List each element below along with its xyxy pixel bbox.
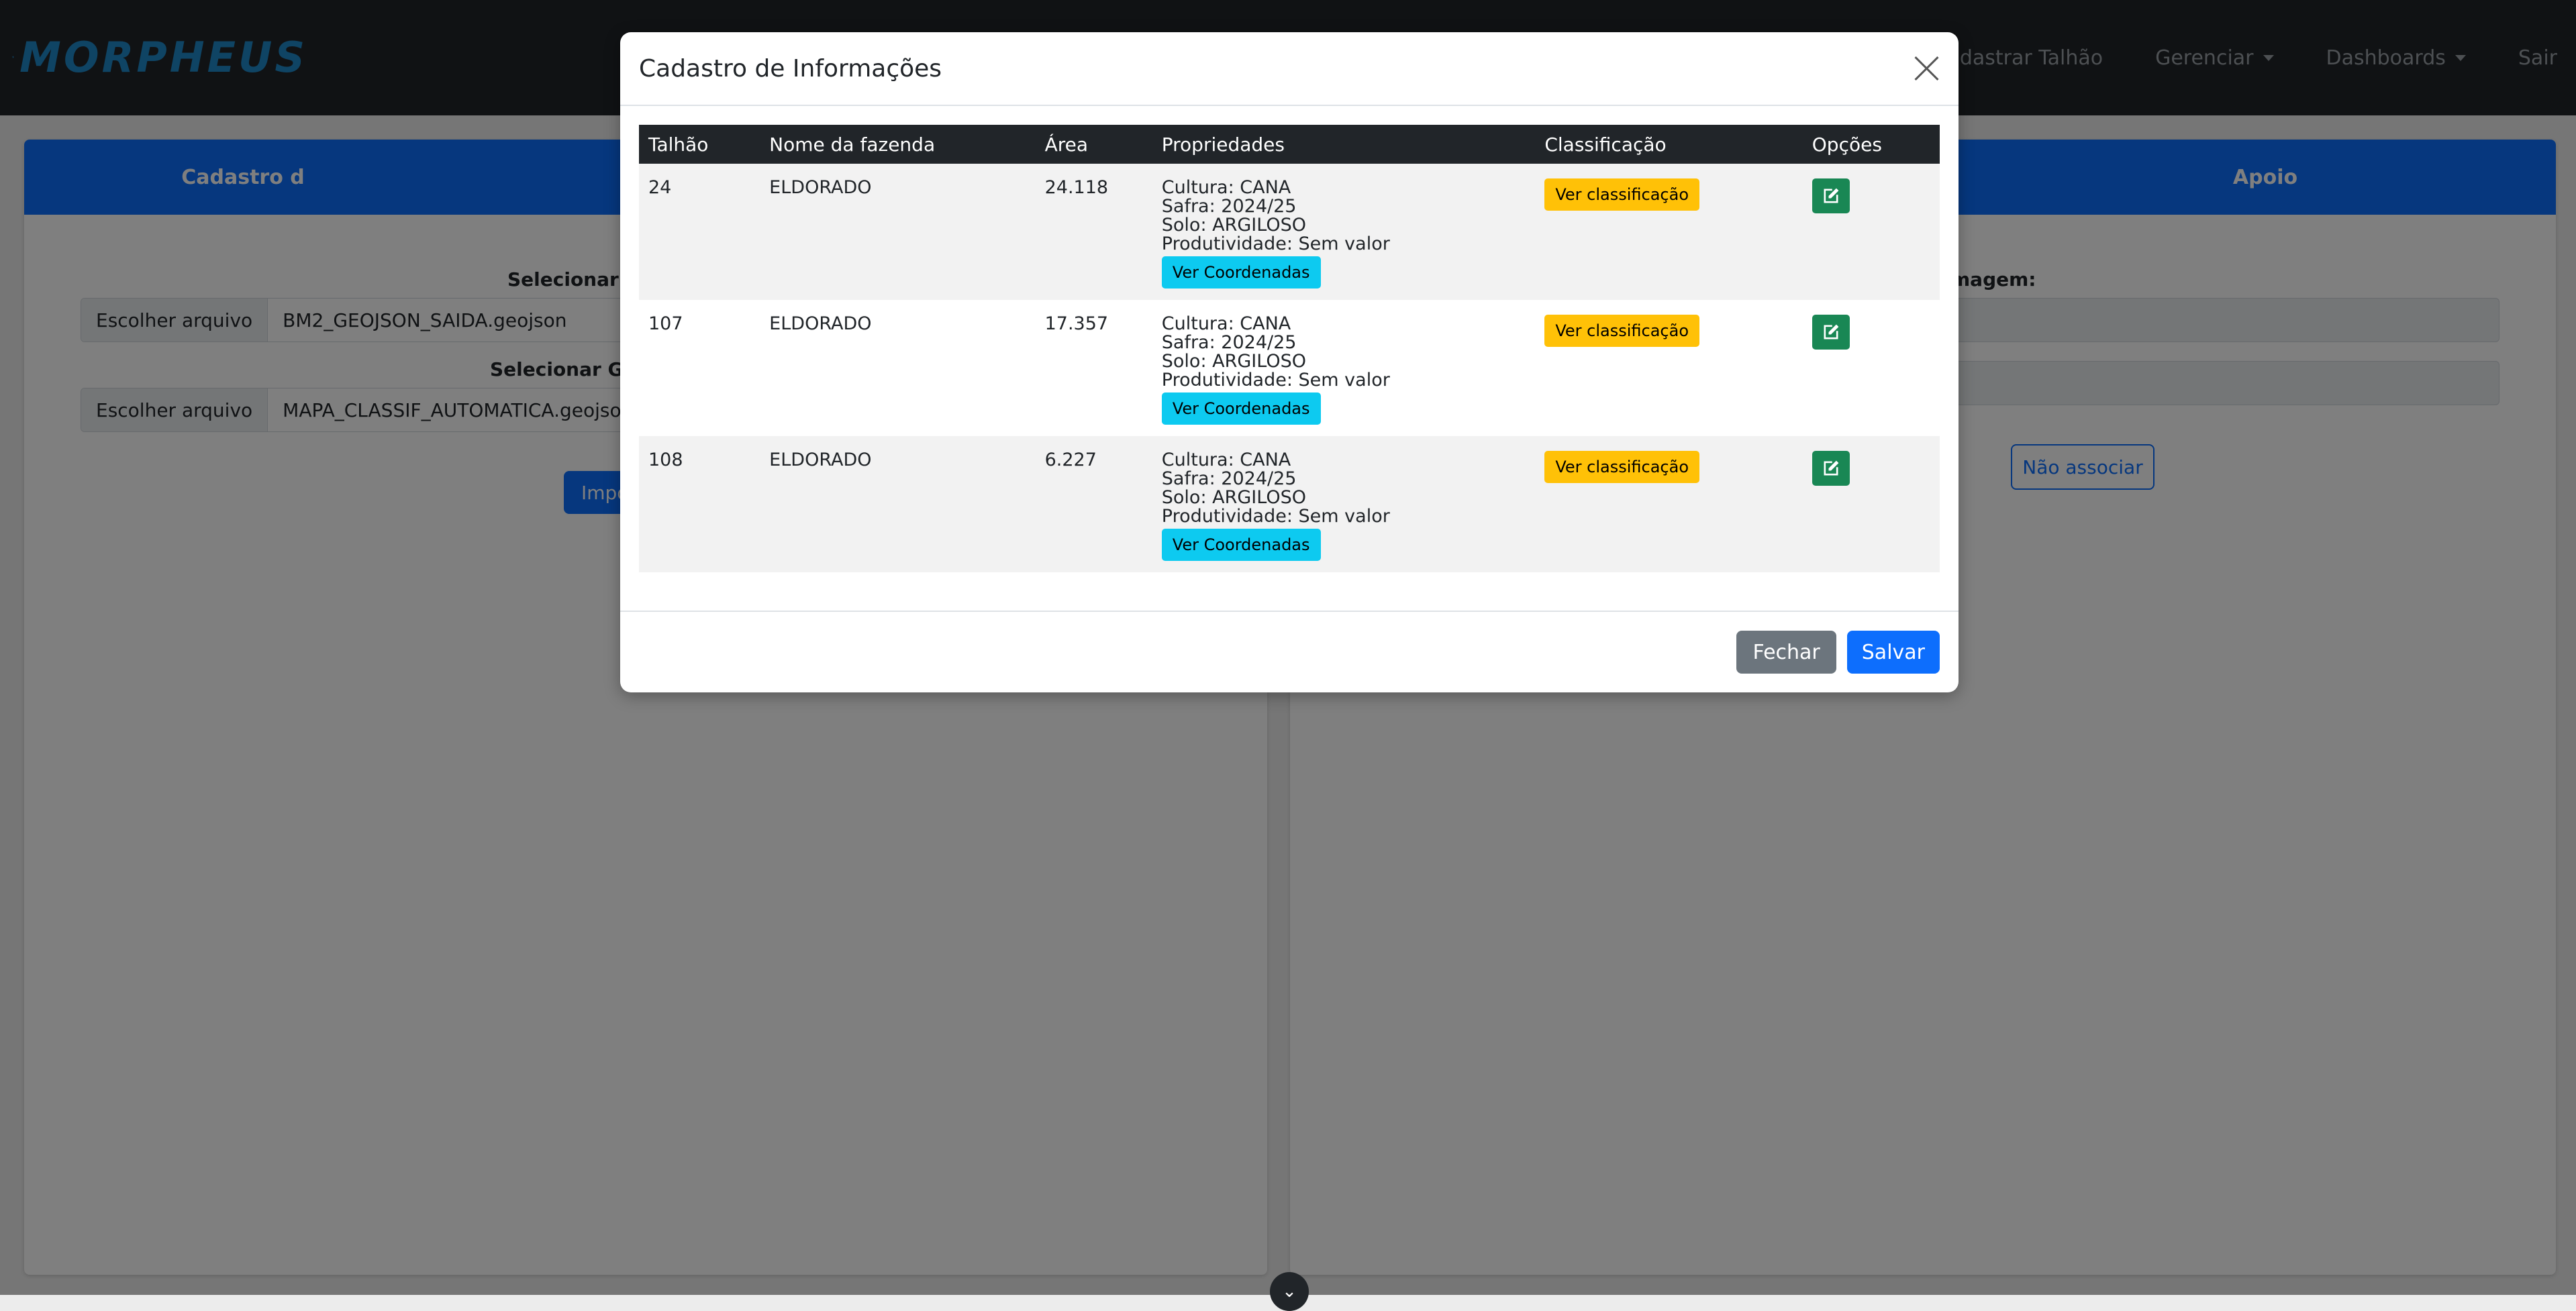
cell-opcoes [1803, 300, 1940, 436]
edit-button[interactable] [1812, 315, 1850, 350]
chevron-down-icon: ⌄ [1282, 1281, 1297, 1302]
column-header-fazenda: Nome da fazenda [769, 133, 936, 156]
table-row: 107 ELDORADO 17.357 Cultura: CANA Safra:… [639, 300, 1940, 436]
prop-cultura: Cultura: CANA [1161, 313, 1291, 334]
info-table-wrapper: Talhão Nome da fazenda Área Propriedades… [639, 125, 1940, 572]
cell-classificacao: Ver classificação [1535, 164, 1802, 300]
prop-solo: Solo: ARGILOSO [1161, 487, 1306, 508]
cell-classificacao: Ver classificação [1535, 436, 1802, 572]
prop-produtividade: Produtividade: Sem valor [1161, 506, 1390, 527]
table-row: 24 ELDORADO 24.118 Cultura: CANA Safra: … [639, 164, 1940, 300]
cell-fazenda: ELDORADO [769, 177, 872, 198]
modal-header: Cadastro de Informações [620, 32, 1959, 106]
prop-produtividade: Produtividade: Sem valor [1161, 370, 1390, 390]
scroll-down-button[interactable]: ⌄ [1270, 1272, 1309, 1311]
edit-icon [1824, 188, 1839, 203]
edit-button[interactable] [1812, 451, 1850, 486]
edit-icon [1824, 324, 1839, 339]
cell-area: 24.118 [1044, 177, 1109, 198]
edit-button[interactable] [1812, 178, 1850, 213]
view-coordinates-button[interactable]: Ver Coordenadas [1161, 529, 1321, 561]
prop-safra: Safra: 2024/25 [1161, 332, 1297, 353]
close-button[interactable]: Fechar [1736, 631, 1836, 674]
prop-safra: Safra: 2024/25 [1161, 196, 1297, 217]
cell-propriedades: Cultura: CANA Safra: 2024/25 Solo: ARGIL… [1152, 164, 1536, 300]
modal-title: Cadastro de Informações [639, 54, 942, 83]
view-classification-button[interactable]: Ver classificação [1544, 178, 1700, 211]
view-classification-button[interactable]: Ver classificação [1544, 451, 1700, 483]
cell-fazenda: ELDORADO [769, 450, 872, 470]
cell-area: 6.227 [1044, 450, 1097, 470]
view-coordinates-button[interactable]: Ver Coordenadas [1161, 392, 1321, 425]
column-header-opcoes: Opções [1812, 133, 1882, 156]
close-icon[interactable] [1913, 55, 1940, 82]
cell-classificacao: Ver classificação [1535, 300, 1802, 436]
cell-opcoes [1803, 436, 1940, 572]
prop-safra: Safra: 2024/25 [1161, 468, 1297, 489]
cell-fazenda: ELDORADO [769, 313, 872, 334]
column-header-area: Área [1044, 133, 1089, 156]
column-header-classificacao: Classificação [1544, 133, 1667, 156]
column-header-propriedades: Propriedades [1161, 133, 1285, 156]
prop-cultura: Cultura: CANA [1161, 177, 1291, 198]
modal-footer: Fechar Salvar [620, 611, 1959, 692]
cell-opcoes [1803, 164, 1940, 300]
prop-produtividade: Produtividade: Sem valor [1161, 233, 1390, 254]
table-row: 108 ELDORADO 6.227 Cultura: CANA Safra: … [639, 436, 1940, 572]
prop-solo: Solo: ARGILOSO [1161, 215, 1306, 235]
info-modal: Cadastro de Informações Talhão Nome da f… [620, 32, 1959, 692]
view-classification-button[interactable]: Ver classificação [1544, 315, 1700, 347]
prop-cultura: Cultura: CANA [1161, 450, 1291, 470]
cell-talhao: 24 [648, 177, 672, 198]
cell-talhao: 107 [648, 313, 683, 334]
edit-icon [1824, 460, 1839, 476]
cell-talhao: 108 [648, 450, 683, 470]
view-coordinates-button[interactable]: Ver Coordenadas [1161, 256, 1321, 289]
table-header-row: Talhão Nome da fazenda Área Propriedades… [639, 125, 1940, 164]
info-table: Talhão Nome da fazenda Área Propriedades… [639, 125, 1940, 572]
cell-area: 17.357 [1044, 313, 1109, 334]
save-button[interactable]: Salvar [1846, 631, 1940, 674]
prop-solo: Solo: ARGILOSO [1161, 351, 1306, 372]
column-header-talhao: Talhão [648, 133, 709, 156]
cell-propriedades: Cultura: CANA Safra: 2024/25 Solo: ARGIL… [1152, 436, 1536, 572]
cell-propriedades: Cultura: CANA Safra: 2024/25 Solo: ARGIL… [1152, 300, 1536, 436]
